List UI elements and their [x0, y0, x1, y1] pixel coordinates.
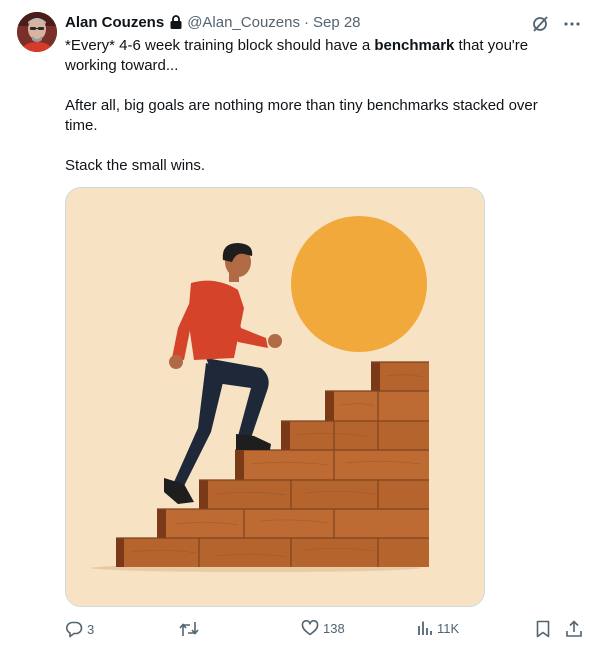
tweet-text-para2: After all, big goals are nothing more th… — [65, 97, 538, 134]
lock-icon — [169, 14, 183, 30]
text-bold: benchmark — [374, 37, 455, 54]
grok-icon[interactable] — [530, 14, 550, 34]
heart-icon — [301, 620, 319, 636]
reply-icon — [66, 621, 83, 638]
text-pre: *Every* 4-6 week training block should h… — [65, 37, 375, 54]
like-count: 138 — [323, 620, 345, 636]
like-button[interactable]: 138 — [301, 620, 345, 636]
retweet-icon — [179, 622, 199, 636]
author-name[interactable]: Alan Couzens — [65, 14, 164, 31]
stairs-illustration — [66, 188, 484, 606]
bookmark-button[interactable] — [536, 620, 550, 638]
top-actions — [530, 14, 582, 34]
tweet-header: Alan Couzens @Alan_Couzens · Sep 28 — [65, 12, 361, 32]
tweet-text-line1: *Every* 4-6 week training block should h… — [65, 36, 565, 76]
avatar-photo — [17, 12, 57, 52]
more-icon[interactable] — [562, 14, 582, 34]
sun-shape — [291, 216, 427, 352]
bookmark-icon — [536, 620, 550, 638]
action-bar: 3 138 11K — [65, 620, 585, 640]
separator-dot: · — [303, 13, 309, 31]
views-button[interactable]: 11K — [417, 620, 459, 636]
timestamp[interactable]: Sep 28 — [313, 14, 361, 31]
tweet-text-para3: Stack the small wins. — [65, 157, 206, 174]
reply-count: 3 — [87, 621, 95, 637]
retweet-button[interactable] — [179, 620, 203, 638]
avatar[interactable] — [17, 12, 57, 52]
reply-button[interactable]: 3 — [65, 620, 94, 638]
share-button[interactable] — [565, 620, 583, 638]
views-icon — [418, 621, 432, 635]
views-count: 11K — [437, 620, 460, 636]
tweet: Alan Couzens @Alan_Couzens · Sep 28 *Eve… — [0, 0, 602, 645]
author-handle[interactable]: @Alan_Couzens — [187, 14, 300, 31]
tweet-image[interactable] — [65, 187, 485, 607]
tweet-text: *Every* 4-6 week training block should h… — [65, 36, 565, 176]
share-icon — [566, 620, 582, 637]
